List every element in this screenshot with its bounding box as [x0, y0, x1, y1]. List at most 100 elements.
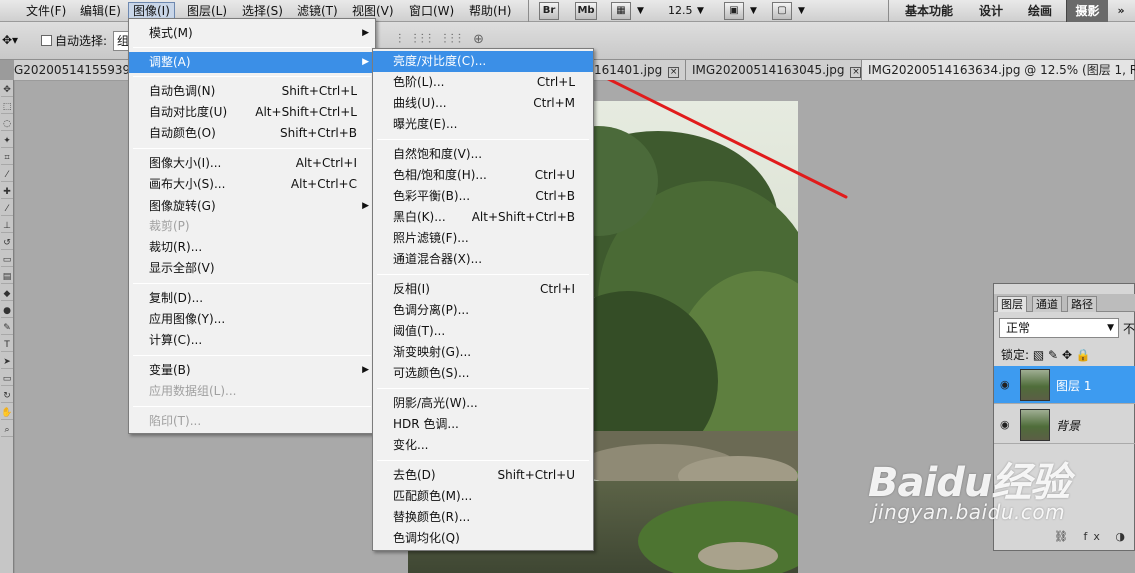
dodge-icon[interactable]: ● — [1, 304, 13, 318]
menu-item-calculations[interactable]: 计算(C)... — [129, 330, 375, 351]
menu-item-vibrance[interactable]: 自然饱和度(V)... — [373, 144, 593, 165]
menu-item-selective-color[interactable]: 可选颜色(S)... — [373, 363, 593, 384]
workspace-essentials[interactable]: 基本功能 — [896, 0, 962, 22]
menu-item-threshold[interactable]: 阈值(T)... — [373, 321, 593, 342]
layers-footer-icons[interactable]: ⛓ fx ◑ ▭ ▢ — [1054, 530, 1135, 543]
tab-channels[interactable]: 通道 — [1032, 296, 1062, 312]
menu-file[interactable]: 文件(F) — [22, 2, 70, 20]
lasso-icon[interactable]: ◌ — [1, 117, 13, 131]
arrange-chevron-down-icon[interactable]: ▼ — [746, 2, 761, 20]
eye-icon[interactable]: ◉ — [1000, 378, 1010, 391]
screen-mode-icon[interactable]: ▢ — [772, 2, 792, 20]
menu-item-duplicate[interactable]: 复制(D)... — [129, 288, 375, 309]
menu-item-hue-saturation[interactable]: 色相/饱和度(H)... Ctrl+U — [373, 165, 593, 186]
clone-stamp-icon[interactable]: ⊥ — [1, 219, 13, 233]
tab-document-2[interactable]: 161401.jpg × — [588, 60, 686, 80]
lock-position-icon[interactable]: ✥ — [1062, 348, 1072, 362]
path-selection-icon[interactable]: ➤ — [1, 355, 13, 369]
blur-icon[interactable]: ◆ — [1, 287, 13, 301]
menu-item-auto-tone[interactable]: 自动色调(N) Shift+Ctrl+L — [129, 81, 375, 102]
menu-item-gradient-map[interactable]: 渐变映射(G)... — [373, 342, 593, 363]
menu-item-trim[interactable]: 裁切(R)... — [129, 237, 375, 258]
zoom-level[interactable]: 12.5 — [668, 2, 693, 20]
tab-document-1[interactable]: G20200514155939.jp — [14, 60, 145, 80]
bridge-button[interactable]: Br — [539, 2, 559, 20]
menu-item-curves[interactable]: 曲线(U)... Ctrl+M — [373, 93, 593, 114]
mini-bridge-button[interactable]: Mb — [575, 2, 597, 20]
menu-item-image-size[interactable]: 图像大小(I)... Alt+Ctrl+I — [129, 153, 375, 174]
3d-rotate-icon[interactable]: ↻ — [1, 389, 13, 403]
menu-item-variables[interactable]: 变量(B) ▶ — [129, 360, 375, 381]
tab-paths[interactable]: 路径 — [1067, 296, 1097, 312]
menu-item-brightness-contrast[interactable]: 亮度/对比度(C)... — [373, 51, 593, 72]
menu-item-levels[interactable]: 色阶(L)... Ctrl+L — [373, 72, 593, 93]
menu-item-channel-mixer[interactable]: 通道混合器(X)... — [373, 249, 593, 270]
tab-document-3[interactable]: IMG20200514163045.jpg × — [686, 60, 862, 80]
menu-item-photo-filter[interactable]: 照片滤镜(F)... — [373, 228, 593, 249]
menu-item-hdr-toning[interactable]: HDR 色调... — [373, 414, 593, 435]
menu-item-match-color[interactable]: 匹配颜色(M)... — [373, 486, 593, 507]
layer-row-background[interactable]: ◉ 背景 — [994, 406, 1135, 444]
crop-icon[interactable]: ⌗ — [1, 151, 13, 165]
menu-edit[interactable]: 编辑(E) — [76, 2, 125, 20]
zoom-chevron-down-icon[interactable]: ▼ — [693, 2, 708, 20]
layer-name: 背景 — [1056, 419, 1081, 433]
move-tool-icon[interactable]: ✥▾ — [2, 33, 18, 47]
menu-item-adjustments[interactable]: 调整(A) ▶ — [129, 52, 375, 73]
lock-all-icon[interactable]: 🔒 — [1076, 348, 1091, 362]
blend-mode-select[interactable]: 正常 ▼ — [999, 318, 1119, 338]
workspace-more-icon[interactable]: » — [1110, 0, 1132, 22]
pen-icon[interactable]: ✎ — [1, 321, 13, 335]
workspace-photography[interactable]: 摄影 — [1066, 0, 1108, 22]
lock-transparency-icon[interactable]: ▧ — [1033, 348, 1044, 362]
menu-item-black-white[interactable]: 黑白(K)... Alt+Shift+Ctrl+B — [373, 207, 593, 228]
menu-item-invert[interactable]: 反相(I) Ctrl+I — [373, 279, 593, 300]
marquee-icon[interactable]: ⬚ — [1, 100, 13, 114]
eraser-icon[interactable]: ▭ — [1, 253, 13, 267]
submenu-arrow-icon: ▶ — [362, 28, 369, 38]
view-extras-icon[interactable]: ▦ — [611, 2, 631, 20]
shape-icon[interactable]: ▭ — [1, 372, 13, 386]
hand-icon[interactable]: ✋ — [1, 406, 13, 420]
zoom-icon[interactable]: ⌕ — [1, 423, 13, 437]
auto-select-checkbox[interactable] — [41, 35, 52, 46]
layer-row-layer-1[interactable]: ◉ 图层 1 — [994, 366, 1135, 404]
eye-icon[interactable]: ◉ — [1000, 418, 1010, 431]
menu-item-mode[interactable]: 模式(M) ▶ — [129, 23, 375, 44]
menu-item-shadows-highlights[interactable]: 阴影/高光(W)... — [373, 393, 593, 414]
menu-item-auto-contrast[interactable]: 自动对比度(U) Alt+Shift+Ctrl+L — [129, 102, 375, 123]
menu-item-canvas-size[interactable]: 画布大小(S)... Alt+Ctrl+C — [129, 174, 375, 195]
menu-window[interactable]: 窗口(W) — [405, 2, 458, 20]
screen-mode-chevron-down-icon[interactable]: ▼ — [794, 2, 809, 20]
tab-layers[interactable]: 图层 — [997, 296, 1027, 312]
workspace-design[interactable]: 设计 — [966, 0, 1016, 22]
menu-item-desaturate[interactable]: 去色(D) Shift+Ctrl+U — [373, 465, 593, 486]
chevron-down-icon: ▼ — [1107, 323, 1114, 333]
menu-item-equalize[interactable]: 色调均化(Q) — [373, 528, 593, 549]
eyedropper-icon[interactable]: ⁄ — [1, 168, 13, 182]
menu-item-reveal-all[interactable]: 显示全部(V) — [129, 258, 375, 279]
lock-image-icon[interactable]: ✎ — [1048, 348, 1058, 362]
menu-item-posterize[interactable]: 色调分离(P)... — [373, 300, 593, 321]
gradient-icon[interactable]: ▤ — [1, 270, 13, 284]
chevron-down-icon[interactable]: ▼ — [633, 2, 648, 20]
type-icon[interactable]: T — [1, 338, 13, 352]
menu-help[interactable]: 帮助(H) — [465, 2, 515, 20]
close-tab-icon[interactable]: × — [668, 67, 680, 78]
healing-brush-icon[interactable]: ✚ — [1, 185, 13, 199]
history-brush-icon[interactable]: ↺ — [1, 236, 13, 250]
brush-icon[interactable]: ⁄ — [1, 202, 13, 216]
menu-item-replace-color[interactable]: 替换颜色(R)... — [373, 507, 593, 528]
menu-item-auto-color[interactable]: 自动颜色(O) Shift+Ctrl+B — [129, 123, 375, 144]
move-icon[interactable]: ✥ — [1, 83, 13, 97]
menu-item-variations[interactable]: 变化... — [373, 435, 593, 456]
workspace-painting[interactable]: 绘画 — [1018, 0, 1062, 22]
menu-item-exposure[interactable]: 曝光度(E)... — [373, 114, 593, 135]
tab-document-active[interactable]: IMG20200514163634.jpg @ 12.5% (图层 1, RGB… — [862, 60, 1135, 80]
menu-item-apply-image[interactable]: 应用图像(Y)... — [129, 309, 375, 330]
menu-item-image-rotation[interactable]: 图像旋转(G) ▶ — [129, 196, 375, 217]
close-tab-icon[interactable]: × — [850, 67, 862, 78]
arrange-documents-icon[interactable]: ▣ — [724, 2, 744, 20]
magic-wand-icon[interactable]: ✦ — [1, 134, 13, 148]
menu-item-color-balance[interactable]: 色彩平衡(B)... Ctrl+B — [373, 186, 593, 207]
